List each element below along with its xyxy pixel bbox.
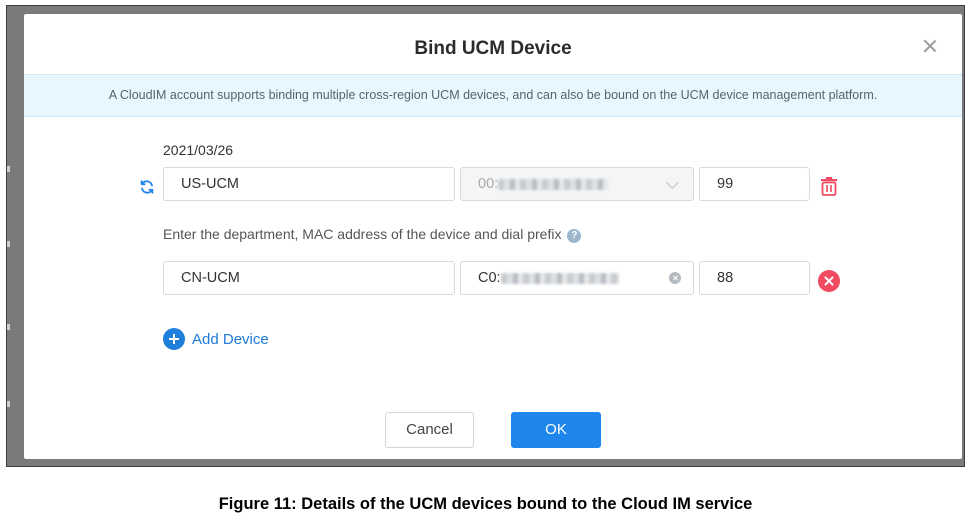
mac-value: 00: — [478, 176, 499, 192]
dial-prefix-input-2[interactable]: 88 — [699, 261, 810, 295]
ok-button[interactable]: OK — [511, 412, 601, 448]
backdrop-fragment — [7, 241, 10, 247]
cancel-button[interactable]: Cancel — [385, 412, 474, 448]
dial-prefix-value: 88 — [717, 270, 734, 286]
mac-input-2[interactable]: C0: — [460, 261, 694, 295]
dial-prefix-value: 99 — [717, 176, 734, 192]
mac-value: C0: — [478, 270, 501, 286]
department-input-2[interactable]: CN-UCM — [163, 261, 455, 295]
add-device-button[interactable]: Add Device — [163, 328, 269, 352]
redacted-mac — [498, 179, 608, 190]
screenshot-frame: Bind UCM Device A CloudIM account suppor… — [6, 5, 965, 467]
backdrop-fragment — [7, 166, 10, 172]
backdrop-fragment — [7, 324, 10, 330]
department-value: CN-UCM — [181, 270, 240, 286]
refresh-icon[interactable] — [139, 179, 155, 195]
info-notice: A CloudIM account supports binding multi… — [24, 74, 962, 117]
dialog-title: Bind UCM Device — [414, 38, 572, 59]
chevron-down-icon — [666, 176, 679, 189]
hint-label: Enter the department, MAC address of the… — [163, 226, 582, 243]
trash-icon[interactable] — [820, 176, 838, 196]
date-label: 2021/03/26 — [163, 142, 234, 158]
close-icon[interactable] — [920, 36, 940, 56]
remove-row-icon[interactable] — [818, 270, 840, 292]
redacted-mac — [501, 273, 619, 284]
bind-ucm-dialog: Bind UCM Device A CloudIM account suppor… — [24, 14, 962, 459]
plus-icon — [163, 328, 185, 350]
help-icon[interactable]: ? — [567, 229, 582, 243]
department-value: US-UCM — [181, 176, 239, 192]
add-device-label: Add Device — [192, 331, 269, 348]
clear-icon[interactable] — [669, 272, 681, 284]
mac-select-1[interactable]: 00: — [460, 167, 694, 201]
figure-caption: Figure 11: Details of the UCM devices bo… — [218, 495, 753, 513]
hint-text: Enter the department, MAC address of the… — [163, 226, 562, 242]
department-input-1[interactable]: US-UCM — [163, 167, 455, 201]
dial-prefix-input-1[interactable]: 99 — [699, 167, 810, 201]
backdrop-fragment — [7, 401, 10, 407]
